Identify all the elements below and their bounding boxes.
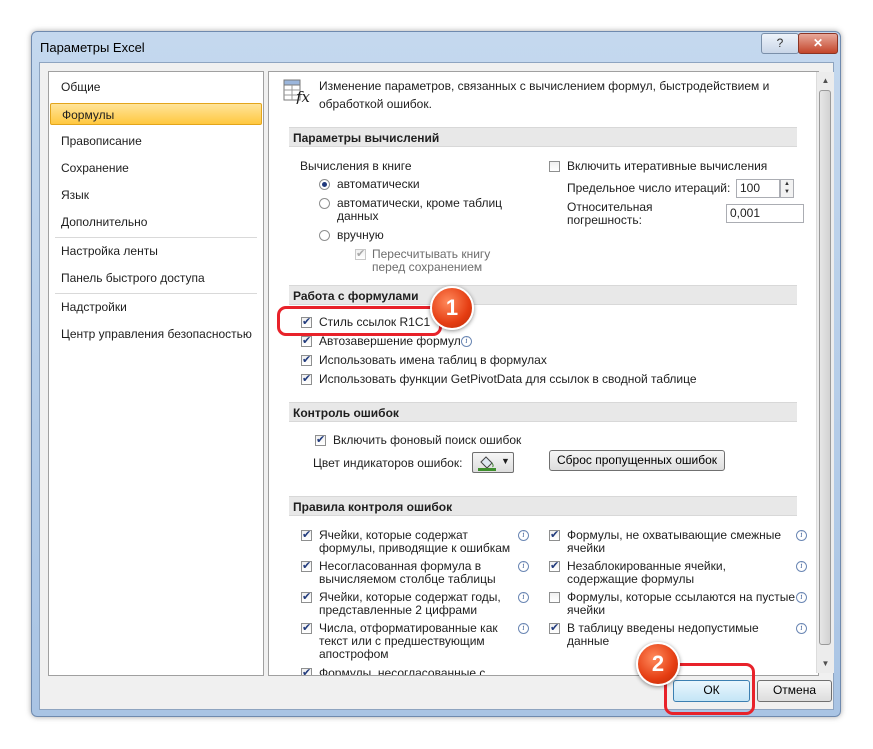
formulas-panel: fx Изменение параметров, связанных с выч… <box>268 71 819 676</box>
rule-empty-cells-checkbox[interactable] <box>549 592 560 603</box>
close-icon: ✕ <box>812 36 824 50</box>
cancel-button[interactable]: Отмена <box>757 680 832 702</box>
calc-manual-radio[interactable] <box>319 230 330 241</box>
calc-auto-label[interactable]: автоматически <box>337 178 420 191</box>
svg-text:fx: fx <box>295 88 311 104</box>
nav-divider <box>55 237 257 238</box>
rule-error-formulas-checkbox[interactable] <box>301 528 312 541</box>
calc-auto-radio[interactable] <box>319 179 330 190</box>
header-description-line1: Изменение параметров, связанных с вычисл… <box>319 79 770 93</box>
step-badge-2: 2 <box>636 642 680 686</box>
background-error-label[interactable]: Включить фоновый поиск ошибок <box>333 434 521 447</box>
calc-manual-label[interactable]: вручную <box>337 229 384 242</box>
nav-item-addins[interactable]: Надстройки <box>50 296 262 318</box>
info-icon: i <box>461 336 472 347</box>
spin-up-icon[interactable]: ▲ <box>781 180 793 188</box>
max-change-input[interactable]: 0,001 <box>726 204 804 223</box>
title-bar[interactable]: Параметры Excel ? ✕ <box>32 32 840 62</box>
nav-item-language[interactable]: Язык <box>50 184 262 206</box>
nav-item-advanced[interactable]: Дополнительно <box>50 211 262 233</box>
max-iterations-spinner[interactable]: ▲ ▼ <box>780 179 794 198</box>
nav-item-customize-ribbon[interactable]: Настройка ленты <box>50 240 262 262</box>
step-badge-1: 1 <box>430 286 474 330</box>
rule-unlocked-cells-checkbox[interactable] <box>549 559 560 572</box>
indicator-color-dropdown[interactable]: ▼ <box>472 452 514 473</box>
rule-unlocked-cells-label-line2: содержащие формулы <box>567 572 695 586</box>
section-error-checking: Контроль ошибок <box>289 402 797 422</box>
highlight-ring-r1c1 <box>277 306 442 336</box>
paint-bucket-icon <box>478 456 496 471</box>
rule-inconsistent-column-label-line2: вычисляемом столбце таблицы <box>319 572 496 586</box>
nav-divider <box>55 293 257 294</box>
formula-autocomplete-label[interactable]: Автозавершение формул <box>319 335 461 348</box>
spin-down-icon[interactable]: ▼ <box>781 188 793 196</box>
iterative-calc-label[interactable]: Включить итеративные вычисления <box>567 160 767 173</box>
rule-inconsistent-column-checkbox[interactable] <box>301 559 312 572</box>
rule-numbers-as-text-label-line3: апострофом <box>319 647 389 661</box>
workbook-calc-label: Вычисления в книге <box>300 159 412 173</box>
help-button[interactable]: ? <box>761 33 799 54</box>
section-error-rules: Правила контроля ошибок <box>289 496 797 516</box>
rule-invalid-table-data-checkbox[interactable] <box>549 621 560 634</box>
getpivotdata-label[interactable]: Использовать функции GetPivotData для сс… <box>319 373 697 386</box>
rule-inconsistent-formulas-checkbox[interactable] <box>301 666 312 675</box>
info-icon: i <box>796 561 807 572</box>
nav-item-save[interactable]: Сохранение <box>50 157 262 179</box>
scroll-down-icon[interactable]: ▼ <box>818 656 833 672</box>
scroll-up-icon[interactable]: ▲ <box>818 73 833 89</box>
rule-two-digit-years-checkbox[interactable] <box>301 590 312 603</box>
scrollbar-thumb[interactable] <box>819 90 831 645</box>
max-change-label-line2: погрешность: <box>567 213 642 227</box>
reset-ignored-errors-button[interactable]: Сброс пропущенных ошибок <box>549 450 725 471</box>
recalc-before-save-label-line2: перед сохранением <box>372 260 483 274</box>
info-icon: i <box>518 623 529 634</box>
recalc-before-save-checkbox[interactable] <box>355 247 366 260</box>
indicator-color-label: Цвет индикаторов ошибок: <box>313 456 463 470</box>
info-icon: i <box>518 530 529 541</box>
window-title: Параметры Excel <box>40 40 145 55</box>
category-list: Общие Формулы Правописание Сохранение Яз… <box>48 71 264 676</box>
info-icon: i <box>796 530 807 541</box>
section-calc-options: Параметры вычислений <box>289 127 797 147</box>
rule-empty-cells-label-line2: ячейки <box>567 603 606 617</box>
calc-auto-except-radio[interactable] <box>319 198 330 209</box>
content-scrollbar[interactable]: ▲ ▼ <box>816 72 834 673</box>
nav-item-quick-access[interactable]: Панель быстрого доступа <box>50 267 262 289</box>
rule-omit-adjacent-label-line2: ячейки <box>567 541 606 555</box>
nav-item-proofing[interactable]: Правописание <box>50 130 262 152</box>
excel-options-window: Параметры Excel ? ✕ Общие Формулы Правоп… <box>31 31 841 717</box>
header-description-line2: обработкой ошибок. <box>319 97 432 111</box>
dialog-body: Общие Формулы Правописание Сохранение Яз… <box>39 62 834 710</box>
rule-numbers-as-text-checkbox[interactable] <box>301 621 312 634</box>
max-iterations-input[interactable]: 100 <box>736 179 780 198</box>
info-icon: i <box>518 592 529 603</box>
nav-item-formulas[interactable]: Формулы <box>50 103 262 125</box>
chevron-down-icon: ▼ <box>501 456 510 466</box>
rule-inconsistent-formulas-label[interactable]: Формулы, несогласованные с <box>319 667 485 676</box>
info-icon: i <box>796 623 807 634</box>
calc-auto-except-label-line2: данных <box>337 209 379 223</box>
nav-item-general[interactable]: Общие <box>50 76 262 98</box>
rule-error-formulas-label-line2: формулы, приводящие к ошибкам <box>319 541 511 555</box>
max-iterations-label: Предельное число итераций: <box>567 181 731 195</box>
iterative-calc-checkbox[interactable] <box>549 161 560 172</box>
info-icon: i <box>796 592 807 603</box>
info-icon: i <box>518 561 529 572</box>
rule-omit-adjacent-checkbox[interactable] <box>549 528 560 541</box>
table-names-label[interactable]: Использовать имена таблиц в формулах <box>319 354 547 367</box>
background-error-checkbox[interactable] <box>315 433 326 446</box>
table-names-checkbox[interactable] <box>301 353 312 366</box>
formula-autocomplete-checkbox[interactable] <box>301 334 312 347</box>
nav-item-trust-center[interactable]: Центр управления безопасностью <box>50 323 262 345</box>
getpivotdata-checkbox[interactable] <box>301 372 312 385</box>
close-button[interactable]: ✕ <box>798 33 838 54</box>
rule-two-digit-years-label-line2: представленные 2 цифрами <box>319 603 478 617</box>
section-working-formulas: Работа с формулами <box>289 285 797 305</box>
rule-invalid-table-data-label-line2: данные <box>567 634 610 648</box>
formula-fx-icon: fx <box>283 79 311 104</box>
